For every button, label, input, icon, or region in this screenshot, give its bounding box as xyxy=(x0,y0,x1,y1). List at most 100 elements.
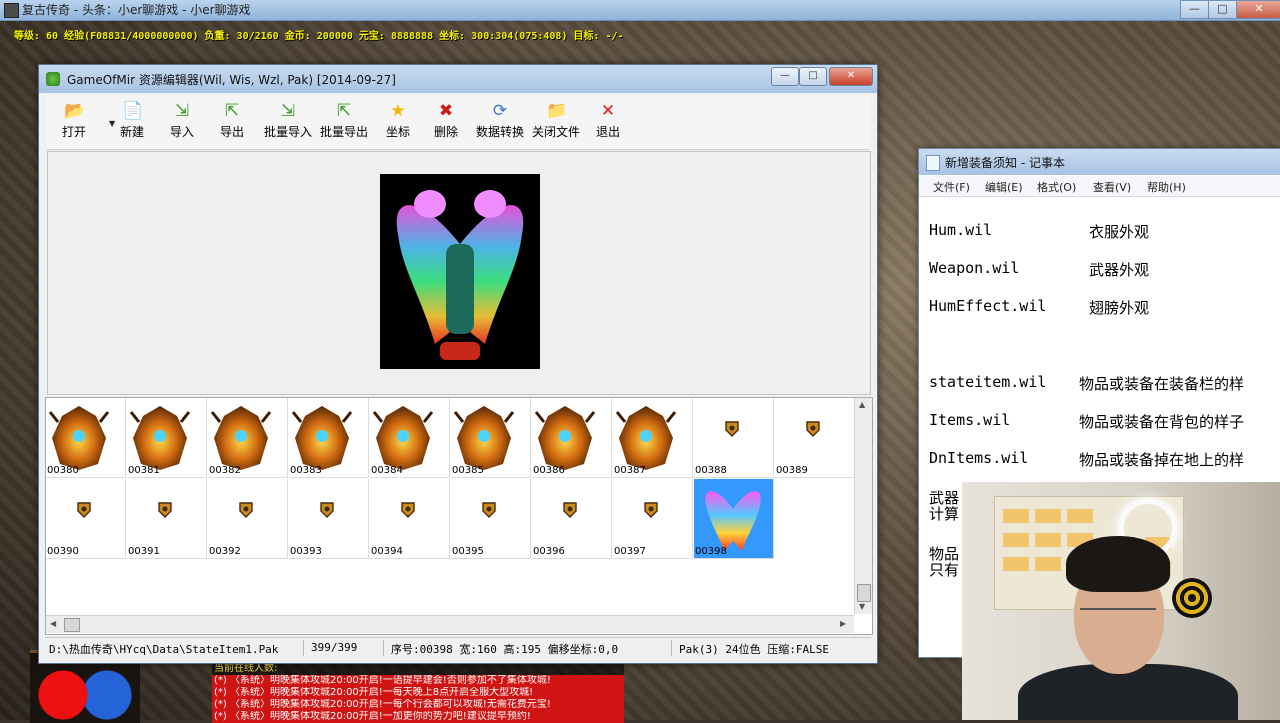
note-file: HumEffect.wil xyxy=(929,297,1047,315)
thumbnail-label: 00396 xyxy=(533,546,565,557)
note-desc: 物品或装备在装备栏的样 xyxy=(1079,375,1245,393)
note-desc: 物品或装备掉在地上的样 xyxy=(1079,451,1245,469)
horizontal-scroll-thumb[interactable] xyxy=(64,618,80,632)
person-hair xyxy=(1066,536,1170,592)
thumbnail-cell[interactable]: 00380 xyxy=(46,398,126,478)
game-minimize-button[interactable]: — xyxy=(1180,0,1209,19)
convert-icon: ⟳ xyxy=(492,101,508,121)
thumbnail-cell[interactable]: 00394 xyxy=(370,479,450,559)
editor-minimize-button[interactable]: — xyxy=(771,67,799,86)
menu-edit[interactable]: 编辑(E) xyxy=(985,179,1023,195)
menu-format[interactable]: 格式(O) xyxy=(1037,179,1076,195)
thumbnail-label: 00386 xyxy=(533,465,565,476)
toolbar-button-label: 导入 xyxy=(169,125,194,139)
thumbnail-cell[interactable]: 00398 xyxy=(694,479,774,559)
thumbnail-label: 00384 xyxy=(371,465,403,476)
editor-close-button[interactable]: ✕ xyxy=(829,67,873,86)
toolbar-button[interactable]: ⇱ 批量导出 xyxy=(319,97,369,145)
toolbar-button[interactable]: ⇲ 导入 xyxy=(165,97,199,145)
note-desc: 衣服外观 xyxy=(1089,223,1150,241)
note-desc: 武器外观 xyxy=(1089,261,1150,279)
toolbar-button-label: 退出 xyxy=(595,125,620,139)
thumbnail-cell[interactable]: 00392 xyxy=(208,479,288,559)
thumbnail-cell[interactable]: 00389 xyxy=(775,398,855,478)
status-file-path: D:\热血传奇\HYcq\Data\StateItem1.Pak xyxy=(49,643,279,656)
thumbnail-cell[interactable]: 00390 xyxy=(46,479,126,559)
thumbnail-cell[interactable]: 00385 xyxy=(451,398,531,478)
note-file: DnItems.wil xyxy=(929,449,1029,467)
status-image-info: 序号:00398 宽:160 高:195 偏移坐标:0,0 xyxy=(391,643,619,656)
app-icon xyxy=(46,72,60,86)
game-maximize-button[interactable]: □ xyxy=(1208,0,1237,19)
editor-statusbar: D:\热血传奇\HYcq\Data\StateItem1.Pak 399/399… xyxy=(45,637,871,658)
chat-line: (*) 〈系统〉明晚集体攻城20:00开启!一加更你的势力吧!建议提早预约! xyxy=(212,711,624,723)
export-icon: ⇱ xyxy=(224,101,240,121)
notepad-titlebar[interactable]: 新增装备须知 - 记事本 xyxy=(919,149,1280,175)
dartboard xyxy=(1172,578,1212,618)
toolbar-button[interactable]: 📂 打开 xyxy=(57,97,91,145)
editor-toolbar: 📂 打开 📄 新建 ⇲ 导入 ⇱ 导出 ⇲ 批量导入 ⇱ 批量导出 ★ 坐标 ✖ 删除 ⟳ 数据转换 📁 关闭文件 ✕ 退… xyxy=(47,95,869,150)
toolbar-button[interactable]: 📄 新建 xyxy=(115,97,149,145)
batch-import-icon: ⇲ xyxy=(280,101,296,121)
vertical-scroll-thumb[interactable] xyxy=(857,584,871,602)
note-file: Items.wil xyxy=(929,411,1011,429)
thumbnail-cell[interactable]: 00386 xyxy=(532,398,612,478)
menu-help[interactable]: 帮助(H) xyxy=(1147,179,1186,195)
chat-line: 当前在线人数: xyxy=(214,663,278,674)
editor-title: GameOfMir 资源编辑器(Wil, Wis, Wzl, Pak) [201… xyxy=(67,73,396,87)
horizontal-scrollbar[interactable]: ◀ ▶ xyxy=(46,615,854,633)
import-icon: ⇲ xyxy=(174,101,190,121)
toolbar-button-label: 批量导入 xyxy=(263,125,312,139)
thumbnail-cell[interactable]: 00395 xyxy=(451,479,531,559)
thumbnail-cell[interactable]: 00387 xyxy=(613,398,693,478)
toolbar-button[interactable]: ⇱ 导出 xyxy=(215,97,249,145)
thumbnail-label: 00382 xyxy=(209,465,241,476)
editor-maximize-button[interactable]: □ xyxy=(799,67,827,86)
batch-export-icon: ⇱ xyxy=(336,101,352,121)
thumbnail-label: 00390 xyxy=(47,546,79,557)
notepad-icon xyxy=(926,155,940,171)
thumbnail-cell[interactable]: 00393 xyxy=(289,479,369,559)
delete-icon: ✖ xyxy=(438,101,454,121)
new-file-icon: 📄 xyxy=(122,101,144,121)
note-desc: 物品或装备在背包的样子 xyxy=(1079,413,1245,431)
thumbnail-label: 00398 xyxy=(695,546,727,557)
menu-view[interactable]: 查看(V) xyxy=(1093,179,1131,195)
notepad-menubar: 文件(F) 编辑(E) 格式(O) 查看(V) 帮助(H) xyxy=(919,176,1280,197)
toolbar-button[interactable]: ⟳ 数据转换 xyxy=(475,97,525,145)
vertical-scrollbar[interactable]: ▲ ▼ xyxy=(854,398,872,614)
wing-artwork xyxy=(396,190,524,360)
webcam-overlay xyxy=(962,482,1280,720)
exit-icon: ✕ xyxy=(600,101,616,121)
open-dropdown-arrow-icon[interactable]: ▼ xyxy=(109,119,115,128)
toolbar-button[interactable]: ✖ 删除 xyxy=(429,97,463,145)
menu-file[interactable]: 文件(F) xyxy=(933,179,970,195)
editor-titlebar[interactable]: GameOfMir 资源编辑器(Wil, Wis, Wzl, Pak) [201… xyxy=(39,65,877,93)
thumbnail-cell[interactable]: 00388 xyxy=(694,398,774,478)
toolbar-button[interactable]: ★ 坐标 xyxy=(381,97,415,145)
resource-editor-window: GameOfMir 资源编辑器(Wil, Wis, Wzl, Pak) [201… xyxy=(38,64,878,664)
star-icon: ★ xyxy=(390,101,406,121)
thumbnail-cell[interactable]: 00382 xyxy=(208,398,288,478)
toolbar-button-label: 删除 xyxy=(433,125,458,139)
thumbnail-label: 00391 xyxy=(128,546,160,557)
thumbnail-cell[interactable]: 00384 xyxy=(370,398,450,478)
thumbnail-cell[interactable]: 00383 xyxy=(289,398,369,478)
game-close-button[interactable]: ✕ xyxy=(1236,0,1280,19)
toolbar-button-label: 批量导出 xyxy=(319,125,368,139)
thumbnail-label: 00387 xyxy=(614,465,646,476)
thumbnail-cell[interactable]: 00391 xyxy=(127,479,207,559)
thumbnail-cell[interactable]: 00381 xyxy=(127,398,207,478)
note-partial: 计算 xyxy=(929,505,960,523)
thumbnail-grid-panel: 00380 00381 00382 00383 00384 00385 00386 00387… xyxy=(45,397,873,635)
thumbnail-cell[interactable]: 00396 xyxy=(532,479,612,559)
toolbar-button[interactable]: 📁 关闭文件 xyxy=(531,97,581,145)
toolbar-button[interactable]: ⇲ 批量导入 xyxy=(263,97,313,145)
notepad-title: 新增装备须知 - 记事本 xyxy=(945,156,1065,170)
thumbnail-grid: 00380 00381 00382 00383 00384 00385 00386 00387… xyxy=(46,398,855,614)
thumbnail-label: 00395 xyxy=(452,546,484,557)
toolbar-button-label: 新建 xyxy=(119,125,144,139)
toolbar-button[interactable]: ✕ 退出 xyxy=(591,97,625,145)
thumbnail-cell[interactable]: 00397 xyxy=(613,479,693,559)
thumbnail-label: 00385 xyxy=(452,465,484,476)
